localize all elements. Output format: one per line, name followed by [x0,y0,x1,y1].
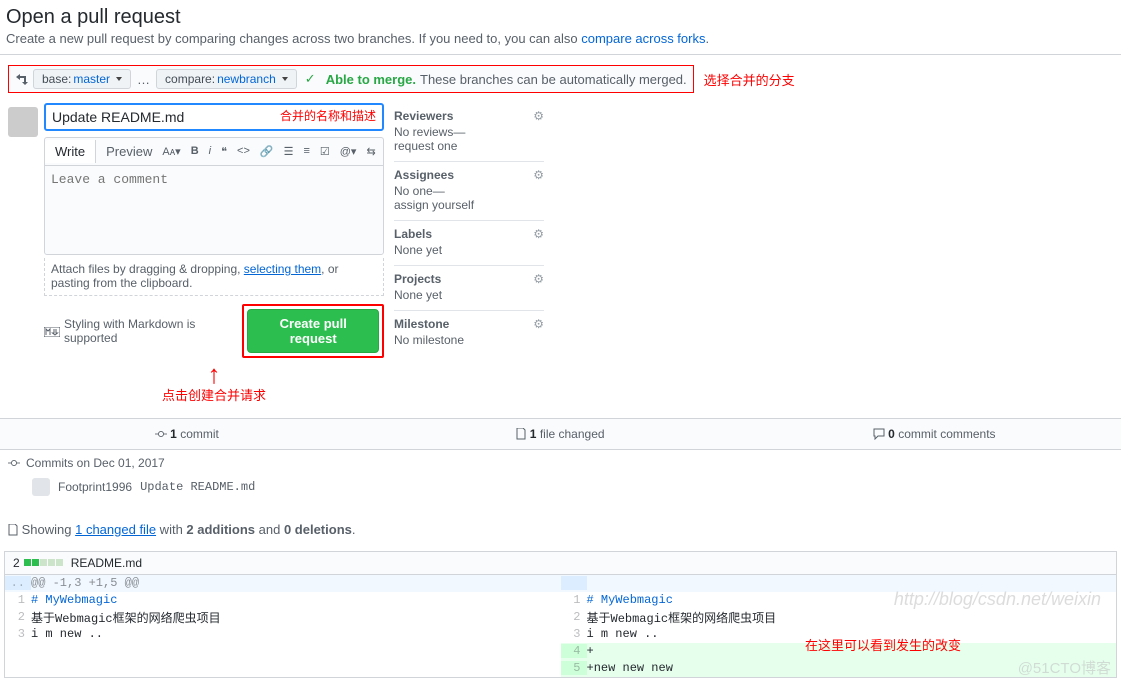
stat-comments[interactable]: 0 commit comments [747,427,1121,441]
md-toolbar[interactable]: Aᴀ▾ B i ❝ <> 🔗 ☰ ≡ ☑ @▾ ⇆ [162,145,383,158]
hunk-header: @@ -1,3 +1,5 @@ [31,576,139,590]
bold-icon[interactable]: B [191,145,199,158]
create-pr-button[interactable]: Create pull request [247,309,379,353]
gear-icon[interactable]: ⚙ [533,317,544,331]
commit-author[interactable]: Footprint1996 [58,480,132,494]
mention-icon[interactable]: @▾ [340,145,357,158]
annotation-branch: 选择合并的分支 [704,70,795,89]
avatar [32,478,50,496]
commit-row[interactable]: Footprint1996 Update README.md [8,474,1113,500]
reviewers-empty: No reviews— [394,125,465,139]
base-branch-selector[interactable]: base: master [33,69,131,89]
gear-icon[interactable]: ⚙ [533,272,544,286]
change-count: 2 [13,556,20,570]
attach-hint: Attach files by dragging & dropping, sel… [44,258,384,296]
diff-file-header: 2 README.md [4,551,1117,575]
stat-files[interactable]: 1 file changed [374,427,748,441]
code-icon[interactable]: <> [237,145,250,158]
check-icon: ✓ [305,71,316,87]
assignees-title: Assignees [394,168,454,182]
ref-icon[interactable]: ⇆ [366,145,375,158]
link-icon[interactable]: 🔗 [260,145,274,158]
commits-day: Commits on Dec 01, 2017 [26,456,165,470]
changed-files-link[interactable]: 1 changed file [75,522,156,537]
task-icon[interactable]: ☑ [320,145,330,158]
merge-status: Able to merge. [326,72,416,87]
page-subtitle: Create a new pull request by comparing c… [6,31,1115,46]
milestone-title: Milestone [394,317,449,331]
projects-title: Projects [394,272,441,286]
diff-filename[interactable]: README.md [71,556,142,570]
caret-down-icon [116,77,122,81]
gear-icon[interactable]: ⚙ [533,168,544,182]
compare-forks-link[interactable]: compare across forks [581,31,705,46]
labels-title: Labels [394,227,432,241]
quote-icon[interactable]: ❝ [221,145,227,158]
select-files-link[interactable]: selecting them [244,262,321,276]
ellipsis: … [137,72,150,87]
page-title: Open a pull request [6,6,1115,29]
pr-title-input[interactable] [44,103,384,131]
caret-down-icon [282,77,288,81]
stat-commits[interactable]: 1 commit [0,427,374,441]
diff-blocks-icon [24,559,63,566]
pr-body-textarea[interactable] [44,165,384,255]
projects-empty: None yet [394,288,442,302]
gear-icon[interactable]: ⚙ [533,109,544,123]
markdown-icon [44,324,60,338]
compare-icon [15,71,29,87]
gear-icon[interactable]: ⚙ [533,227,544,241]
commit-message[interactable]: Update README.md [140,480,470,494]
annotation-create: 点击创建合并请求 [44,385,384,404]
labels-empty: None yet [394,243,442,257]
file-icon [8,522,22,537]
compare-branch-selector[interactable]: compare: newbranch [156,69,297,89]
italic-icon[interactable]: i [209,145,211,158]
heading-icon[interactable]: Aᴀ▾ [162,145,180,158]
markdown-support[interactable]: Styling with Markdown is supported [44,317,234,345]
additions-count: 2 additions [186,522,255,537]
merge-note: These branches can be automatically merg… [420,72,687,87]
reviewers-request[interactable]: request one [394,139,457,153]
arrow-up-icon: ↑ [44,364,384,385]
reviewers-title: Reviewers [394,109,453,123]
assignees-empty: No one— [394,184,445,198]
diff-view: .. @@ -1,3 +1,5 @@ 1 # MyWebmagic 2 基于We… [4,575,1117,678]
tab-preview[interactable]: Preview [96,140,162,163]
tab-write[interactable]: Write [45,140,96,163]
deletions-count: 0 deletions [284,522,352,537]
list-ul-icon[interactable]: ☰ [284,145,294,158]
avatar [8,107,38,137]
milestone-empty: No milestone [394,333,464,347]
list-ol-icon[interactable]: ≡ [303,145,309,158]
compare-branch-bar: base: master … compare: newbranch ✓ Able… [8,65,694,93]
commit-day-icon [8,456,20,470]
annotation-diff: 在这里可以看到发生的改变 [805,635,961,654]
assign-self[interactable]: assign yourself [394,198,474,212]
